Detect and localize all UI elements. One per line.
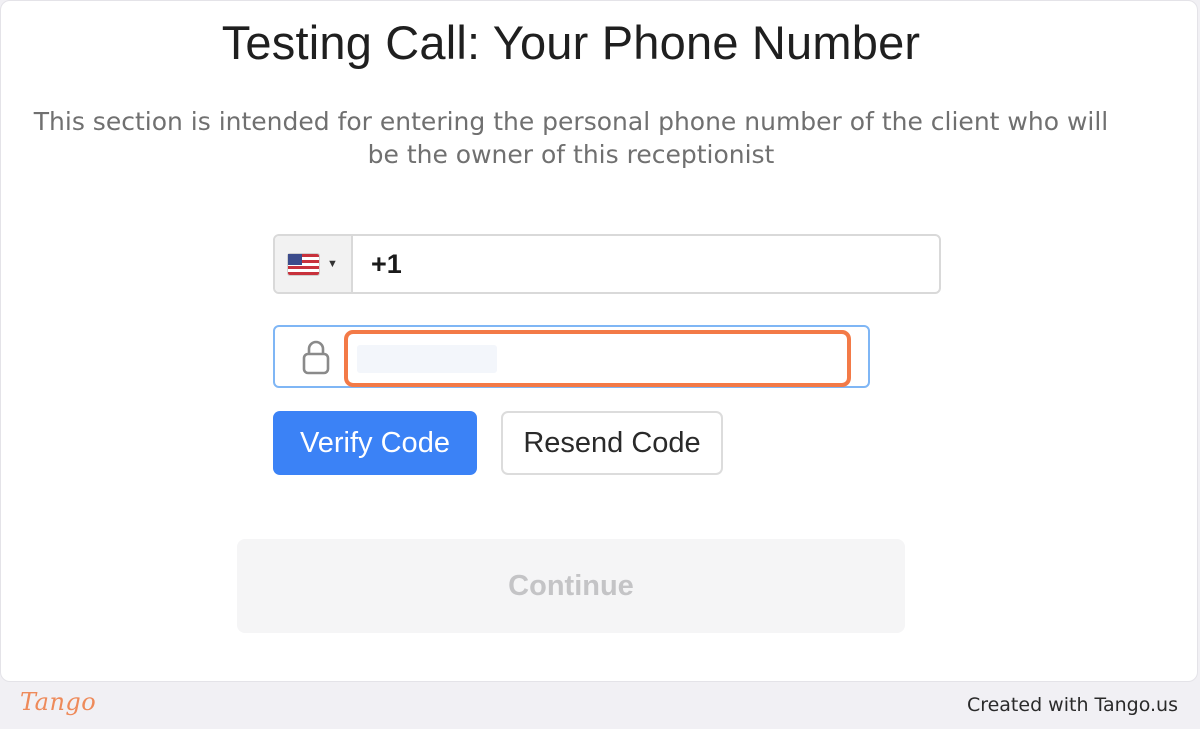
footer-credit: Created with Tango.us [966,694,1178,716]
lock-icon [302,340,330,375]
phone-number-input[interactable]: +1 [353,236,939,292]
caret-down-icon: ▼ [327,258,338,270]
page-title: Testing Call: Your Phone Number [221,16,921,69]
us-flag-icon [288,253,320,275]
country-selector[interactable]: ▼ [275,236,353,292]
tango-logo: Tango [20,688,97,716]
redacted-code-value [357,345,497,373]
content-card: Testing Call: Your Phone Number This sec… [0,0,1198,682]
continue-button[interactable]: Continue [237,539,905,633]
phone-number-field[interactable]: ▼ +1 [273,234,941,294]
verify-code-button[interactable]: Verify Code [273,411,477,475]
page-subtitle: This section is intended for entering th… [33,107,1109,169]
resend-code-button[interactable]: Resend Code [501,411,723,475]
